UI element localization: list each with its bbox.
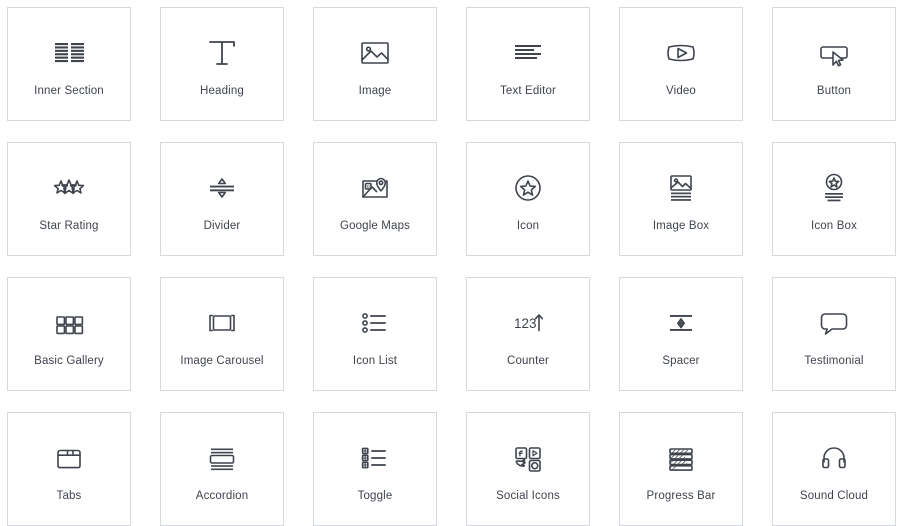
widget-grid: Inner Section Heading Image Text Editor Vide…	[7, 7, 900, 526]
widget-tile-label: Star Rating	[39, 219, 99, 232]
widget-tile-label: Button	[816, 84, 852, 97]
svg-text:123: 123	[514, 316, 537, 331]
widget-tile-image[interactable]: Image	[313, 7, 437, 121]
widget-tile-tabs[interactable]: Tabs	[7, 412, 131, 526]
widget-tile-label: Video	[666, 84, 696, 97]
button-cursor-icon	[811, 30, 857, 76]
widget-tile-label: Google Maps	[339, 219, 411, 232]
heading-t-icon	[199, 30, 245, 76]
widget-tile-accordion[interactable]: Accordion	[160, 412, 284, 526]
star-rating-icon	[46, 165, 92, 211]
widget-panel: Inner Section Heading Image Text Editor Vide…	[0, 0, 900, 526]
widget-tile-label: Text Editor	[500, 84, 556, 97]
widget-tile-sound-cloud[interactable]: Sound Cloud	[772, 412, 896, 526]
widget-tile-label: Testimonial	[804, 354, 864, 367]
headphones-icon	[811, 435, 857, 481]
accordion-icon	[199, 435, 245, 481]
carousel-icon	[199, 300, 245, 346]
text-lines-icon	[505, 30, 551, 76]
widget-tile-spacer[interactable]: Spacer	[619, 277, 743, 391]
counter-123-arrow-icon: 123	[505, 300, 551, 346]
divider-arrows-icon	[199, 165, 245, 211]
progress-bar-icon	[658, 435, 704, 481]
icon-box-icon	[811, 165, 857, 211]
widget-tile-label: Counter	[507, 354, 549, 367]
video-play-icon	[658, 30, 704, 76]
widget-tile-image-box[interactable]: Image Box	[619, 142, 743, 256]
widget-tile-social-icons[interactable]: Social Icons	[466, 412, 590, 526]
widget-tile-heading[interactable]: Heading	[160, 7, 284, 121]
widget-tile-image-carousel[interactable]: Image Carousel	[160, 277, 284, 391]
gallery-grid-icon	[46, 300, 92, 346]
widget-tile-label: Spacer	[662, 354, 700, 367]
widget-tile-inner-section[interactable]: Inner Section	[7, 7, 131, 121]
widget-tile-label: Social Icons	[496, 489, 560, 502]
social-icons-icon	[505, 435, 551, 481]
widget-tile-label: Icon Box	[811, 219, 857, 232]
widget-tile-toggle[interactable]: Toggle	[313, 412, 437, 526]
widget-tile-label: Divider	[203, 219, 241, 232]
widget-tile-label: Image Carousel	[180, 354, 264, 367]
widget-tile-label: Accordion	[195, 489, 249, 502]
toggle-plus-list-icon	[352, 435, 398, 481]
widget-tile-progress-bar[interactable]: Progress Bar	[619, 412, 743, 526]
widget-tile-icon-box[interactable]: Icon Box	[772, 142, 896, 256]
widget-tile-label: Progress Bar	[646, 489, 716, 502]
widget-tile-label: Image Box	[652, 219, 710, 232]
widget-tile-star-rating[interactable]: Star Rating	[7, 142, 131, 256]
widget-tile-icon-list[interactable]: Icon List	[313, 277, 437, 391]
widget-tile-button[interactable]: Button	[772, 7, 896, 121]
widget-tile-label: Image	[358, 84, 392, 97]
widget-tile-label: Icon	[516, 219, 540, 232]
inner-section-icon	[46, 30, 92, 76]
widget-tile-counter[interactable]: 123 Counter	[466, 277, 590, 391]
widget-tile-label: Tabs	[56, 489, 82, 502]
image-picture-icon	[352, 30, 398, 76]
widget-tile-icon[interactable]: Icon	[466, 142, 590, 256]
widget-tile-label: Toggle	[357, 489, 393, 502]
widget-tile-text-editor[interactable]: Text Editor	[466, 7, 590, 121]
widget-tile-label: Inner Section	[34, 84, 104, 97]
image-box-icon	[658, 165, 704, 211]
star-circle-icon	[505, 165, 551, 211]
widget-tile-label: Basic Gallery	[34, 354, 104, 367]
widget-tile-basic-gallery[interactable]: Basic Gallery	[7, 277, 131, 391]
widget-tile-label: Icon List	[352, 354, 398, 367]
widget-tile-google-maps[interactable]: g Google Maps	[313, 142, 437, 256]
widget-tile-testimonial[interactable]: Testimonial	[772, 277, 896, 391]
speech-bubble-icon	[811, 300, 857, 346]
svg-text:g: g	[367, 184, 370, 190]
icon-list-icon	[352, 300, 398, 346]
widget-tile-label: Heading	[200, 84, 244, 97]
widget-tile-video[interactable]: Video	[619, 7, 743, 121]
tabs-folder-icon	[46, 435, 92, 481]
widget-tile-divider[interactable]: Divider	[160, 142, 284, 256]
spacer-vertical-arrow-icon	[658, 300, 704, 346]
map-pin-icon: g	[352, 165, 398, 211]
widget-tile-label: Sound Cloud	[799, 489, 869, 502]
